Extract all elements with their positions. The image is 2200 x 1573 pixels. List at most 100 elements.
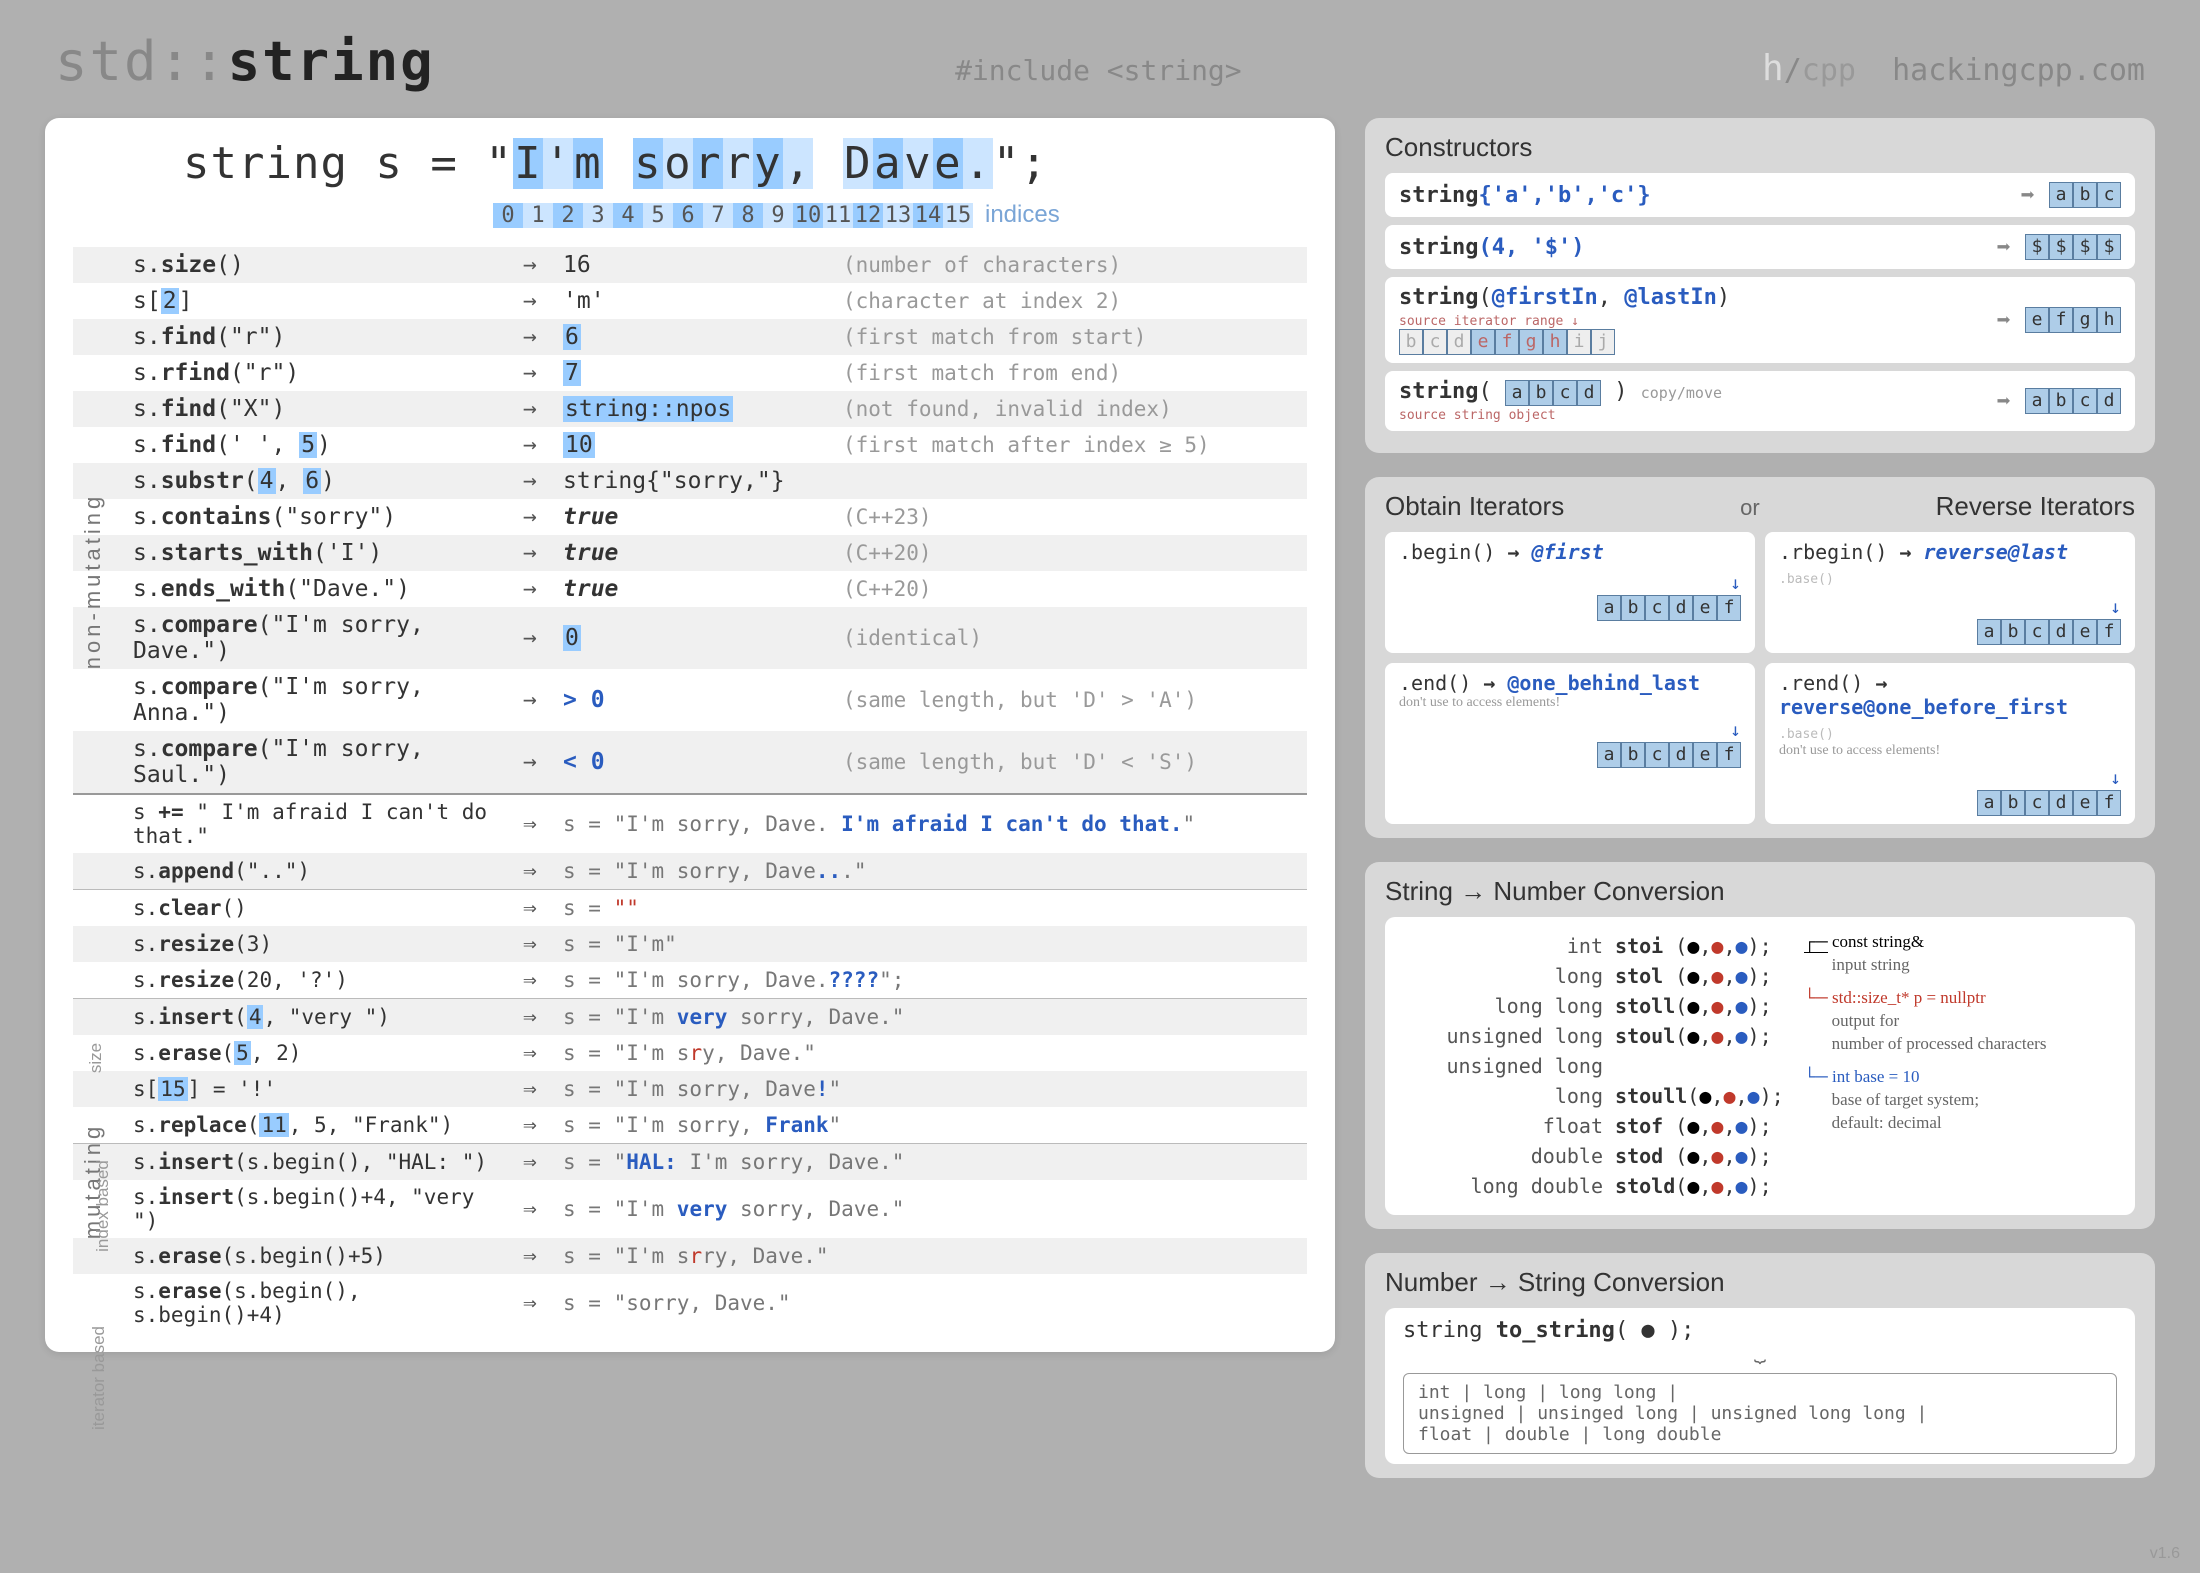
arrow-icon: ⇒ <box>513 1180 553 1238</box>
decl-char: a <box>873 138 903 189</box>
op-comment: (first match from start) <box>833 319 1307 355</box>
op-result: s = "I'm sry, Dave." <box>553 1035 1307 1071</box>
mutating-op-row: s.erase(s.begin()+5)⇒s = "I'm srry, Dave… <box>73 1238 1307 1274</box>
index-cell: 7 <box>703 203 733 228</box>
decl-char-boxes: I'm sorry, Dave. <box>513 138 993 189</box>
result-boxes: abc <box>2049 182 2121 208</box>
decl-char: m <box>573 138 603 189</box>
op-result: s = "I'm sorry, Dave.????"; <box>553 962 1307 999</box>
op-result: true <box>553 499 833 535</box>
arrow-icon: → <box>513 535 553 571</box>
site-branding: h/cpp hackingcpp.com <box>1762 48 2145 89</box>
op-expr: s.find("X") <box>73 391 513 427</box>
op-result: s = "HAL: I'm sorry, Dave." <box>553 1144 1307 1181</box>
op-result: s = "I'm very sorry, Dave." <box>553 1180 1307 1238</box>
index-cell: 2 <box>553 203 583 228</box>
mutating-op-row: s.clear()⇒s = "" <box>73 890 1307 927</box>
mutating-op-row: s.insert(4, "very ")⇒s = "I'm very sorry… <box>73 999 1307 1036</box>
index-row: 0123456789101112131415indices <box>493 201 1307 229</box>
op-comment: (same length, but 'D' < 'S') <box>833 731 1307 794</box>
ann-default-dec: default: decimal <box>1804 1112 2117 1135</box>
op-row: s.starts_with('I')→true(C++20) <box>73 535 1307 571</box>
index-cell: 11 <box>823 203 853 228</box>
op-expr: s.clear() <box>73 890 513 927</box>
op-row: s.compare("I'm sorry, Dave.")→0(identica… <box>73 607 1307 669</box>
index-cell: 15 <box>943 203 973 228</box>
decl-char: I <box>513 138 543 189</box>
op-expr: s.replace(11, 5, "Frank") <box>73 1107 513 1144</box>
ann-input-string: input string <box>1804 954 2117 977</box>
decl-char: ' <box>543 138 573 189</box>
op-comment: (first match after index ≥ 5) <box>833 427 1307 463</box>
arrow-icon: ⇒ <box>513 1144 553 1181</box>
op-comment: (C++20) <box>833 571 1307 607</box>
op-expr: s.resize(3) <box>73 926 513 962</box>
index-cell: 9 <box>763 203 793 228</box>
op-result: true <box>553 535 833 571</box>
operations-table: s.size()→16(number of characters)s[2]→'m… <box>73 247 1307 1332</box>
arrow-icon: ➡ <box>2021 181 2035 209</box>
op-row: s.compare("I'm sorry, Saul.")→< 0(same l… <box>73 731 1307 794</box>
result-boxes: $$$$ <box>2025 234 2121 260</box>
ann-num-chars: number of processed characters <box>1804 1033 2117 1056</box>
arrow-icon: ⇒ <box>513 1035 553 1071</box>
op-result: s = "I'm" <box>553 926 1307 962</box>
mutating-op-row: s.insert(s.begin(), "HAL: ")⇒s = "HAL: I… <box>73 1144 1307 1181</box>
version-label: v1.6 <box>2150 1545 2180 1563</box>
op-row: s.rfind("r")→7(first match from end) <box>73 355 1307 391</box>
iterators-or: or <box>1740 495 1760 521</box>
decl-char: r <box>723 138 753 189</box>
op-result: s = "I'm sorry, Dave..." <box>553 853 1307 890</box>
decl-quote-close: " <box>993 138 1021 189</box>
iterators-title-2: Reverse Iterators <box>1936 491 2135 522</box>
decl-char: . <box>963 138 993 189</box>
op-comment: (first match from end) <box>833 355 1307 391</box>
constructors-card: Constructors string{'a','b','c'}➡abcstri… <box>1365 118 2155 453</box>
arrow-icon: → <box>513 669 553 731</box>
conversion-fn-row: unsigned long long stoull(●,●,●); <box>1403 1051 1784 1111</box>
arrow-icon: ⇒ <box>513 962 553 999</box>
ann-const-string: ┌─ const string& <box>1804 931 2117 954</box>
arrow-icon: ➡ <box>1997 306 2011 334</box>
ctor-expr: string( abcd ) copy/movesource string ob… <box>1399 379 1983 423</box>
op-expr: s.erase(5, 2) <box>73 1035 513 1071</box>
str-to-num-body: int stoi (●,●,●);long stol (●,●,●);long … <box>1385 917 2135 1215</box>
arrow-icon: ⇒ <box>513 1107 553 1144</box>
iterators-grid: .begin() → @first ↓abcdef.rbegin() → rev… <box>1385 532 2135 824</box>
mutating-op-row: s.erase(s.begin(), s.begin()+4)⇒s = "sor… <box>73 1274 1307 1332</box>
op-expr: s.rfind("r") <box>73 355 513 391</box>
arrow-icon: → <box>513 463 553 499</box>
arrow-icon: → <box>513 571 553 607</box>
arrow-icon: → <box>513 283 553 319</box>
conversion-fn-row: int stoi (●,●,●); <box>1403 931 1784 961</box>
arrow-icon: ➡ <box>1997 387 2011 415</box>
op-result: 7 <box>553 355 833 391</box>
section-non-mutating: non-mutating <box>80 493 106 669</box>
op-comment: (not found, invalid index) <box>833 391 1307 427</box>
page-title: std::string <box>55 30 435 93</box>
result-boxes: efgh <box>2025 307 2121 333</box>
ann-int-base: └─ int base = 10 <box>1804 1066 2117 1089</box>
constructor-row: string(4, '$')➡$$$$ <box>1385 225 2135 269</box>
arrow-icon: ⇒ <box>513 1238 553 1274</box>
op-expr: s.compare("I'm sorry, Dave.") <box>73 607 513 669</box>
op-expr: s.compare("I'm sorry, Saul.") <box>73 731 513 794</box>
num-to-str-body: string to_string( ● ); ⏟ int | long | lo… <box>1385 1308 2135 1464</box>
conversion-fn-row: long stol (●,●,●); <box>1403 961 1784 991</box>
main-card: string s = "I'm sorry, Dave."; 012345678… <box>45 118 1335 1352</box>
decl-char: s <box>633 138 663 189</box>
index-cell: 4 <box>613 203 643 228</box>
op-expr: s.resize(20, '?') <box>73 962 513 999</box>
iterator-cell: .rend() → reverse@one_before_first .base… <box>1765 663 2135 824</box>
constructor-row: string{'a','b','c'}➡abc <box>1385 173 2135 217</box>
section-iterator-based: iterator based <box>89 1326 109 1430</box>
op-result: 16 <box>553 247 833 283</box>
op-row: s.contains("sorry")→true(C++23) <box>73 499 1307 535</box>
op-comment: (number of characters) <box>833 247 1307 283</box>
decl-prefix: string s = <box>183 138 485 189</box>
conversion-fn-row: long long stoll(●,●,●); <box>1403 991 1784 1021</box>
index-cell: 1 <box>523 203 553 228</box>
to-string-types: int | long | long long |unsigned | unsin… <box>1403 1373 2117 1454</box>
str-to-num-card: String → Number Conversion int stoi (●,●… <box>1365 862 2155 1229</box>
arrow-icon: → <box>513 607 553 669</box>
